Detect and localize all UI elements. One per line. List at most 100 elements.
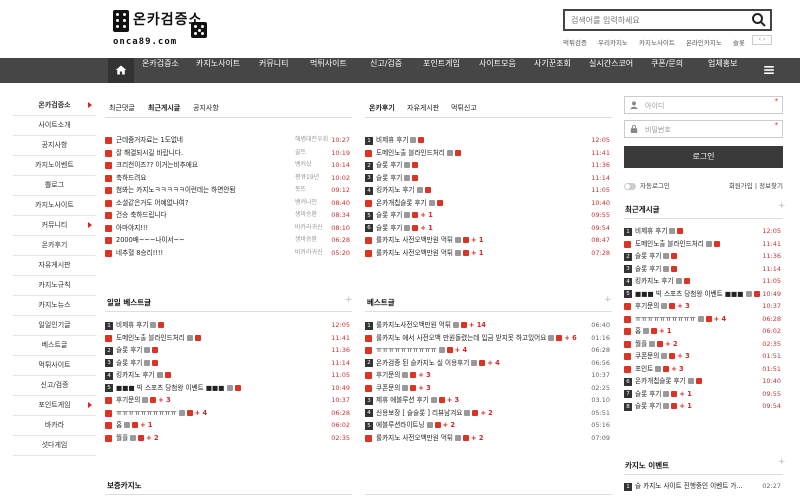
tab-notice[interactable]: 공지사항 (193, 103, 219, 113)
list-item[interactable]: 월플 + 2 02:35 (624, 338, 783, 351)
nav-item[interactable]: 쿠폰/문의 (651, 58, 683, 83)
home-button[interactable] (108, 58, 134, 83)
list-item[interactable]: ㅠㅠㅠㅠㅠㅠㅠㅠㅠㅠ + 4 06:28 (105, 407, 352, 420)
list-item[interactable]: 1 비제휴 후기 12:05 (365, 134, 612, 147)
nav-item[interactable]: 포인트게임 (423, 58, 460, 83)
sidebar-item[interactable]: 카지노규칙 (13, 276, 96, 296)
list-item[interactable]: 크리천이즈?? 이거는비추에요 뱅커샀 10:14 (105, 159, 352, 172)
list-item[interactable]: 소셜같은거도 어예없나여? 뱅커나인 08:40 (105, 197, 352, 210)
more-icon[interactable]: + (778, 457, 786, 467)
list-item[interactable]: 1 비제휴 후기 12:05 (105, 319, 352, 332)
list-item[interactable]: 룰카지노 사전오백만원 먹튀 + 1 08:47 (365, 234, 612, 247)
list-item[interactable]: 근데줌거자료는 1도없네 해병대전우회 10:27 (105, 134, 352, 147)
site-logo[interactable]: 온카검증소 onca89.com (113, 8, 213, 50)
list-item[interactable]: 1 룰카지노사전오백만원 먹튀 + 14 06:40 (365, 319, 612, 332)
list-item[interactable]: 룰카지노 사전오백만원 먹튀 + 2 07:09 (365, 432, 612, 445)
nav-item[interactable]: 먹튀사이트 (310, 58, 347, 83)
tab-reviews[interactable]: 온카후기 (369, 103, 395, 113)
list-item[interactable]: 건승 축하드립니다 생바승환 08:34 (105, 209, 352, 222)
list-item[interactable]: 룰카지노 사전오백만원 먹튀 + 1 07:28 (365, 247, 612, 260)
list-item[interactable]: 2 슬롯 후기 11:36 (624, 250, 783, 263)
list-item[interactable]: 2 슬롯 후기 11:36 (365, 159, 612, 172)
keyword[interactable]: 먹튀검증 (563, 39, 587, 47)
list-item[interactable]: 후기문의 + 3 10:37 (624, 300, 783, 313)
nav-item[interactable]: 온카검증소 (142, 58, 179, 83)
list-item[interactable]: 6 온카개칩슬롯 후기 10:40 (624, 375, 783, 388)
sidebar-item[interactable]: 바카라 (13, 416, 96, 436)
list-item[interactable]: 5 ■■■ 빅 스포츠 당첨왕 이벤트 ■■■ 10:49 (105, 382, 352, 395)
tab-recent-comments[interactable]: 최근댓글 (109, 103, 135, 113)
nav-item[interactable]: 사이트모음 (479, 58, 516, 83)
sidebar-item[interactable]: 베스트글 (13, 336, 96, 356)
tab-free-board[interactable]: 자유게시판 (407, 103, 439, 113)
list-item[interactable]: 3 슬롯 후기 11:14 (624, 263, 783, 276)
sidebar-item[interactable]: 사이트소개 (13, 116, 96, 136)
list-item[interactable]: 룰카지노 에서 사전오백 만원돌렸는데 입금 받지못 하고있어요 + 6 01:16 (365, 332, 612, 345)
list-item[interactable]: 네추혈 8승리!!!! 바카라귀신 05:20 (105, 247, 352, 260)
auto-login[interactable]: 자동로그인 (624, 180, 670, 190)
sidebar-item[interactable]: 섯다게임 (13, 436, 96, 456)
list-item[interactable]: 5 슬롯 후기 + 1 09:55 (365, 209, 612, 222)
list-item[interactable]: 2000배~~~나이서~~ 생바승환 06:28 (105, 234, 352, 247)
sidebar-item[interactable]: 일일인기글 (13, 316, 96, 336)
list-item[interactable]: 쿠폰문의 + 3 01:51 (624, 350, 783, 363)
sidebar-item[interactable]: 포인트게임 (13, 396, 96, 416)
list-item[interactable]: 월플 + 2 02:35 (105, 432, 352, 445)
sidebar-item[interactable]: 먹튀사이트 (13, 356, 96, 376)
list-item[interactable]: 6 슬롯 후기 + 1 09:54 (365, 222, 612, 235)
list-item[interactable]: 아마야지!!! 바카라귀신 08:10 (105, 222, 352, 235)
list-item[interactable]: 5 에볼루션라이트닝 + 2 05:16 (365, 419, 612, 432)
list-item[interactable]: 5 ■■■ 빅 스포츠 당첨왕 이벤트 ■■■ 10:49 (624, 288, 783, 301)
sidebar-item[interactable]: 카지노사이트 (13, 196, 96, 216)
tab-report[interactable]: 먹튀신고 (451, 103, 477, 113)
list-item[interactable]: 도메인노출 블라인드처리 11:41 (105, 332, 352, 345)
list-item[interactable]: 3 제휴 에볼루션 후기 + 3 03.10 (365, 394, 612, 407)
list-item[interactable]: 도메인노출 블라인드처리 11:41 (624, 238, 783, 251)
nav-item[interactable]: 신고/검증 (370, 58, 402, 83)
sidebar-item[interactable]: 온카후기 (13, 236, 96, 256)
list-item[interactable]: ㅠㅠㅠㅠㅠㅠㅠㅠㅠㅠ + 4 06:28 (365, 344, 612, 357)
password-field[interactable]: 비밀번호 * (624, 120, 783, 138)
list-item[interactable]: 2 온카검증 된 슬카지노 실 이용후기 + 4 06:56 (365, 357, 612, 370)
nav-item[interactable]: 실시간스코어 (589, 58, 633, 83)
list-item[interactable]: 1슬 카지노 사이트 진행중인 이벤트 가... 02:27 (624, 480, 783, 493)
list-item[interactable]: 8 슬롯 후기 + 1 09:54 (624, 400, 783, 413)
toggle-icon[interactable] (624, 182, 636, 190)
sidebar-item[interactable]: 카지노이벤트 (13, 156, 96, 176)
list-item[interactable]: 3 슬롯 후기 11:14 (105, 357, 352, 370)
list-item[interactable]: 홈 + 1 06:02 (624, 325, 783, 338)
sidebar-item[interactable]: 쁠로그 (13, 176, 96, 196)
list-item[interactable]: 후기문의 + 3 10:37 (365, 369, 612, 382)
more-icon[interactable]: + (778, 201, 786, 211)
more-icon[interactable]: + (604, 295, 612, 305)
list-item[interactable]: 4 킹카지노 후기 11:05 (105, 369, 352, 382)
id-field[interactable]: 아이디 * (624, 96, 783, 114)
sidebar-item[interactable]: 카지노뉴스 (13, 296, 96, 316)
nav-item[interactable]: 카지노사이트 (196, 58, 240, 83)
nav-item[interactable]: 사기꾼조회 (534, 58, 571, 83)
list-item[interactable]: 2 슬롯 후기 11:36 (105, 344, 352, 357)
list-item[interactable]: 4 신용보장 [ 슬슬롯 ] 리뷰남겨요 + 2 05:51 (365, 407, 612, 420)
sidebar-item[interactable]: 온카검증소 (13, 96, 96, 116)
keyword[interactable]: 온라인카지노 (686, 39, 722, 47)
join-links[interactable]: 회원가입 | 정보찾기 (729, 180, 783, 190)
list-item[interactable]: ㅠㅠㅠㅠㅠㅠㅠㅠㅠㅠ + 4 06:28 (624, 313, 783, 326)
nav-item[interactable]: 업체홍보 (708, 58, 737, 83)
more-icon[interactable]: + (345, 295, 353, 305)
nav-item[interactable]: 커뮤니티 (259, 58, 288, 83)
sidebar-item[interactable]: 커뮤니티 (13, 216, 96, 236)
list-item[interactable]: 쿠폰문의 + 3 02:25 (365, 382, 612, 395)
list-item[interactable]: 4 킹카지노 후기 11:05 (624, 275, 783, 288)
keyword[interactable]: 슬롯 (733, 39, 745, 47)
list-item[interactable]: 홈 + 1 06:02 (105, 419, 352, 432)
sidebar-item[interactable]: 공지사항 (13, 136, 96, 156)
list-item[interactable]: 후기문의 + 3 10:37 (105, 394, 352, 407)
list-item[interactable]: 7 슬롯 후기 + 1 09:55 (624, 388, 783, 401)
list-item[interactable]: 온카개칩슬롯 후기 10:40 (365, 197, 612, 210)
keyword[interactable]: 카지노사이트 (639, 39, 675, 47)
list-item[interactable]: 포인트 + 3 01:51 (624, 363, 783, 376)
sidebar-item[interactable]: 신고/검증 (13, 376, 96, 396)
menu-icon[interactable] (764, 66, 774, 74)
list-item[interactable]: 잘 해결되시길 바랍니다. 골트 10:19 (105, 147, 352, 160)
list-item[interactable]: 3 슬롯 후기 11:14 (365, 172, 612, 185)
